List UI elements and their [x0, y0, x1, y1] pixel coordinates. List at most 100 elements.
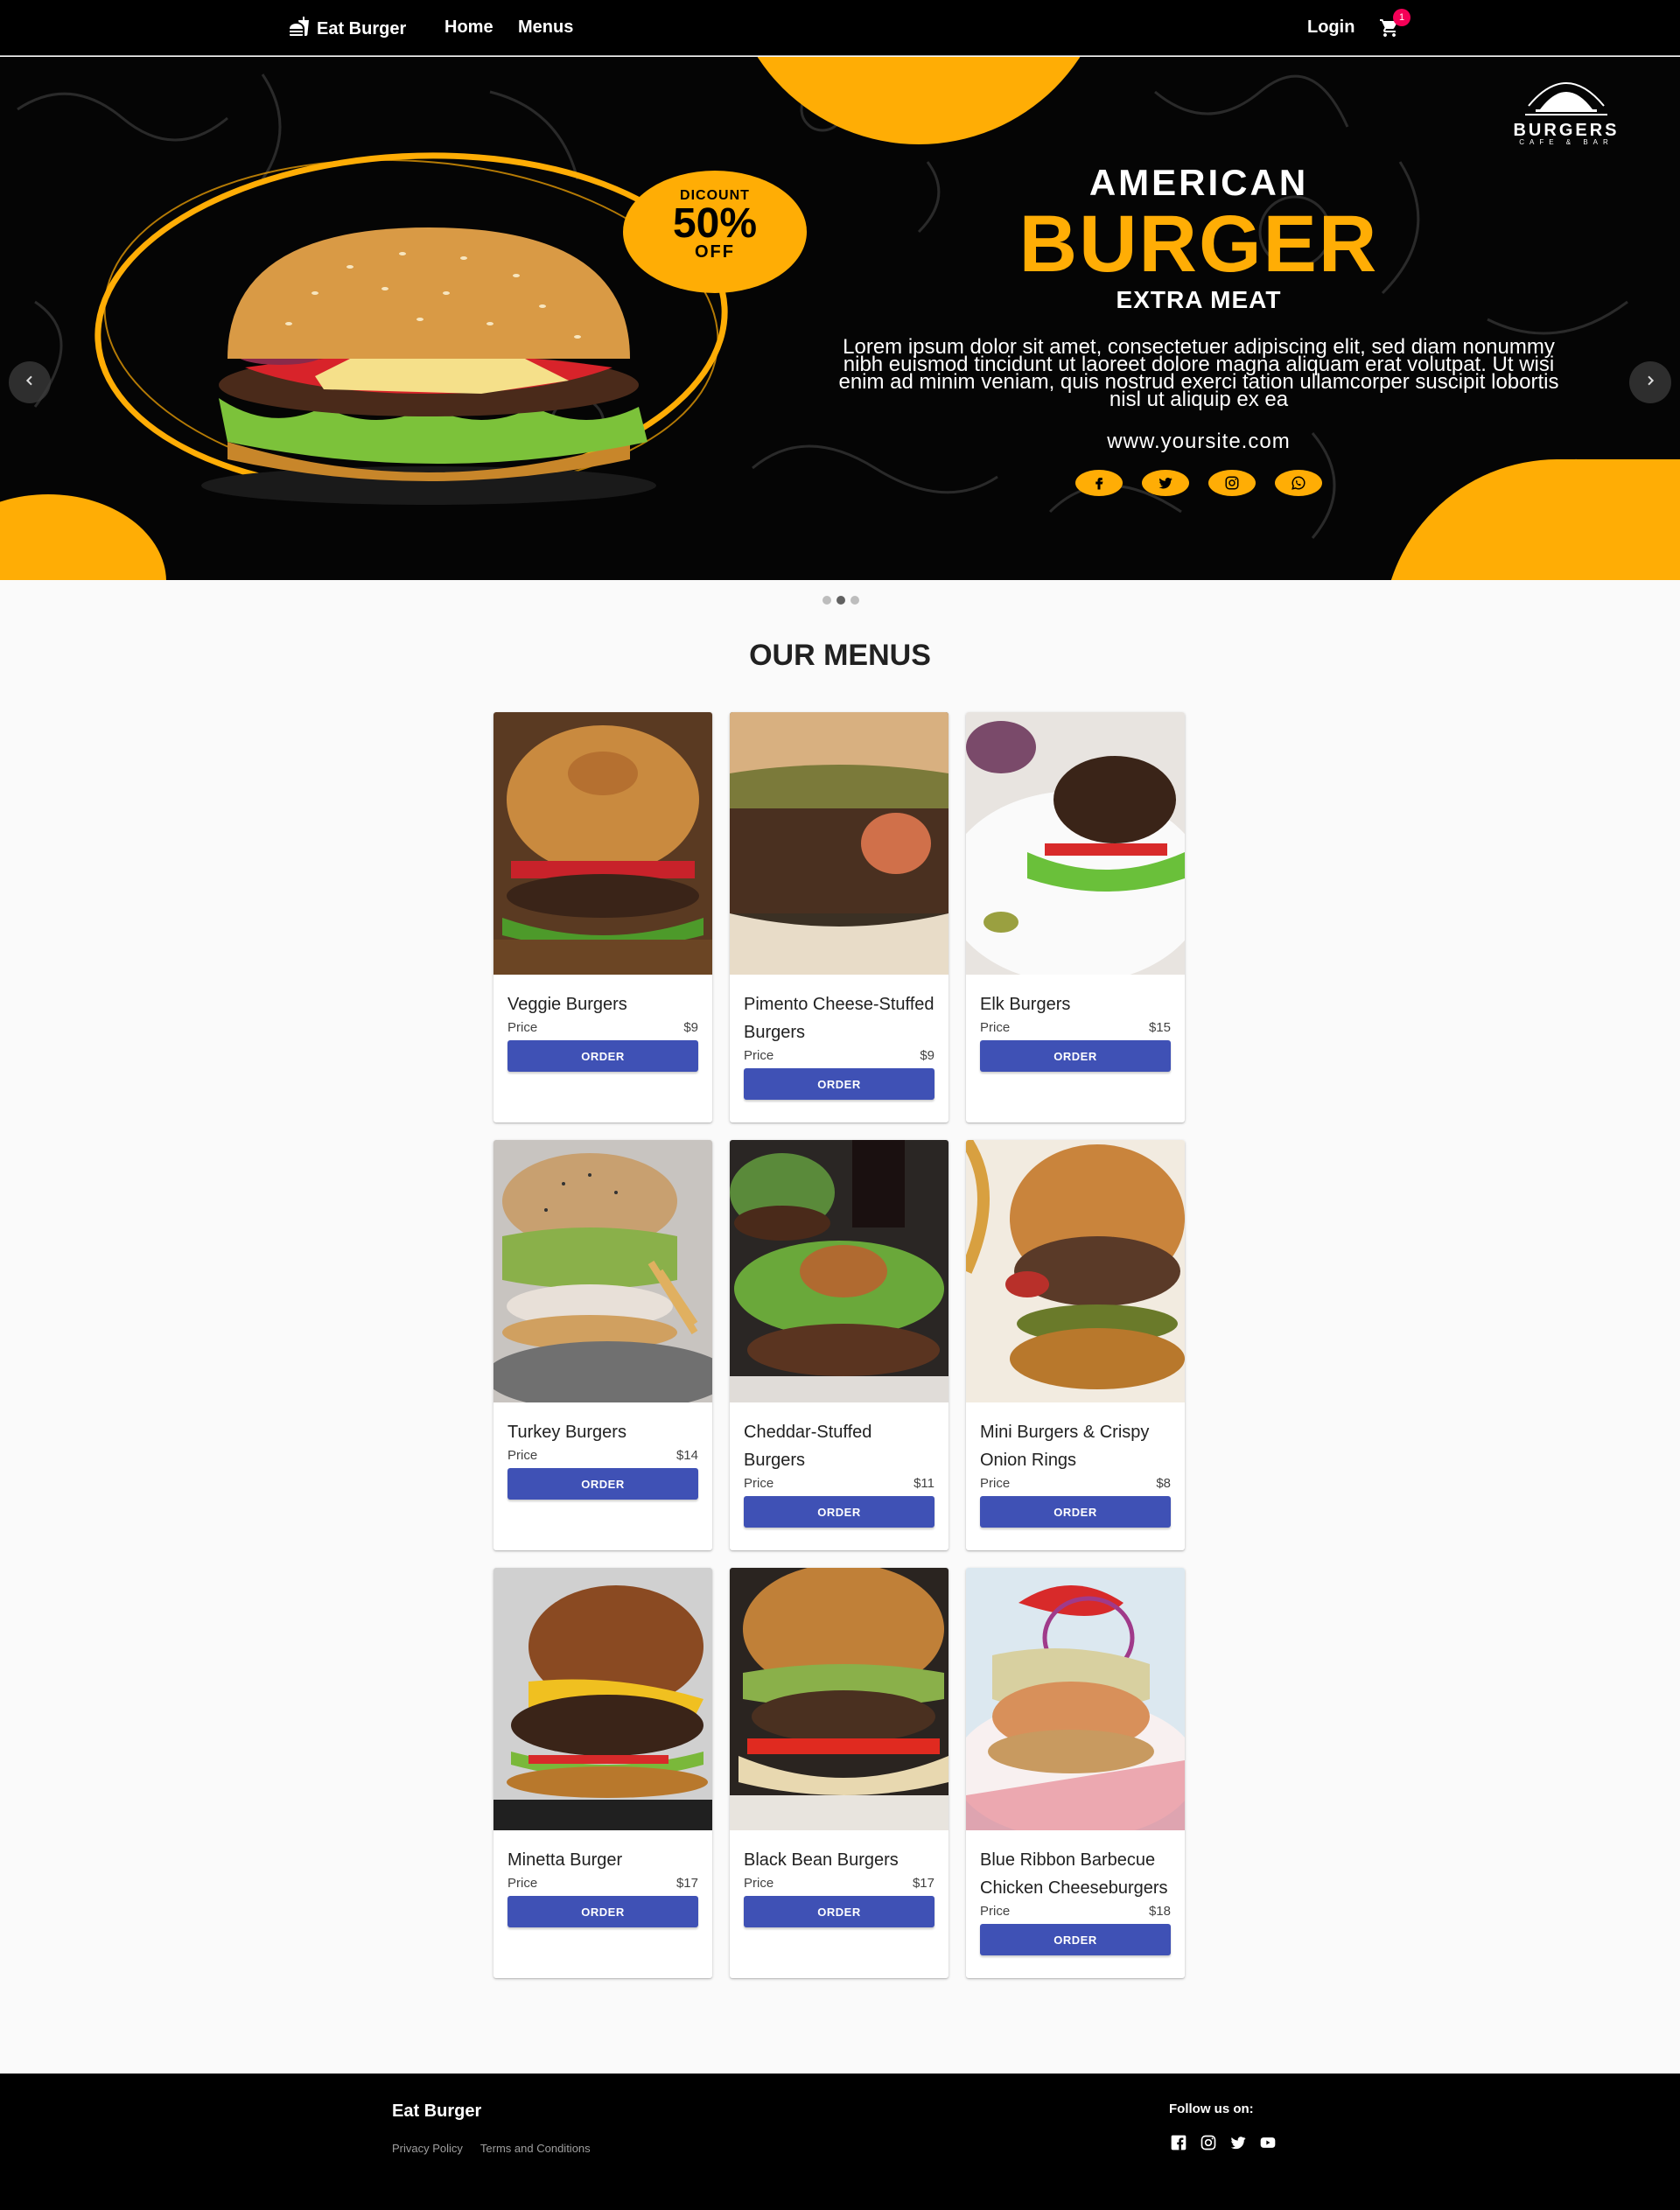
brand-link[interactable]: Eat Burger	[289, 16, 406, 42]
price-label: Price	[980, 1904, 1011, 1919]
menu-item-price: $17	[676, 1876, 698, 1891]
shopping-cart-icon	[1379, 19, 1400, 42]
nav-home-link[interactable]: Home	[444, 17, 494, 38]
facebook-icon[interactable]	[1169, 2133, 1188, 2152]
hero-line-extra-meat: EXTRA MEAT	[1116, 286, 1282, 313]
menu-item-image	[730, 1140, 948, 1402]
price-label: Price	[508, 1448, 538, 1463]
order-button[interactable]: ORDER	[980, 1496, 1171, 1528]
hero-description: Lorem ipsum dolor sit amet, consectetuer…	[838, 335, 1559, 411]
order-button[interactable]: ORDER	[508, 1040, 698, 1072]
price-label: Price	[744, 1048, 774, 1063]
discount-off: OFF	[695, 242, 735, 262]
instagram-icon[interactable]	[1199, 2133, 1218, 2152]
order-button[interactable]: ORDER	[980, 1924, 1171, 1955]
carousel-next-button[interactable]	[1629, 361, 1671, 403]
chevron-right-icon	[1643, 374, 1657, 392]
twitter-icon	[1142, 470, 1189, 496]
carousel-dot-2[interactable]	[836, 596, 845, 605]
menu-item-image	[966, 1568, 1185, 1830]
menu-item-image	[730, 1568, 948, 1830]
login-link[interactable]: Login	[1307, 17, 1354, 38]
menu-card: Blue Ribbon Barbecue Chicken Cheeseburge…	[966, 1568, 1185, 1978]
menu-card: Veggie Burgers Price $9 ORDER	[494, 712, 712, 1122]
brand-label: Eat Burger	[317, 18, 407, 38]
footer-links: Privacy Policy Terms and Conditions	[392, 2142, 591, 2155]
menu-item-price: $9	[683, 1020, 698, 1035]
menu-item-image	[966, 1140, 1185, 1402]
carousel-dot-3[interactable]	[850, 596, 859, 605]
menu-item-name: Black Bean Burgers	[744, 1850, 899, 1870]
site-footer: Eat Burger Privacy Policy Terms and Cond…	[0, 2074, 1680, 2210]
menu-item-price: $15	[1148, 1020, 1171, 1035]
menu-item-name: Blue Ribbon Barbecue Chicken Cheeseburge…	[980, 1850, 1168, 1898]
menu-card: Elk Burgers Price $15 ORDER	[966, 712, 1185, 1122]
price-label: Price	[744, 1476, 774, 1491]
order-button[interactable]: ORDER	[980, 1040, 1171, 1072]
hero-website: www.yoursite.com	[1107, 430, 1291, 453]
menu-item-price: $17	[912, 1876, 934, 1891]
follow-us-label: Follow us on:	[1169, 2102, 1254, 2116]
hero-text-block: AMERICAN BURGER EXTRA MEAT Lorem ipsum d…	[822, 162, 1575, 496]
burger-logo-icon	[1525, 82, 1607, 115]
menu-card: Turkey Burgers Price $14 ORDER	[494, 1140, 712, 1550]
nav-menus-link[interactable]: Menus	[518, 17, 573, 38]
menu-item-name: Elk Burgers	[980, 995, 1071, 1014]
top-navbar: Eat Burger Home Menus Login 1	[0, 0, 1680, 56]
footer-social-icons	[1169, 2133, 1278, 2152]
price-label: Price	[744, 1876, 774, 1891]
order-button[interactable]: ORDER	[744, 1896, 934, 1927]
menu-item-price: $9	[920, 1048, 934, 1063]
price-label: Price	[508, 1020, 538, 1035]
carousel-dot-1[interactable]	[822, 596, 831, 605]
menu-item-name: Mini Burgers & Crispy Onion Rings	[980, 1423, 1150, 1470]
carousel-indicators	[822, 596, 859, 605]
hero-carousel: DICOUNT 50% OFF AMERICAN BURGER EXTRA ME…	[0, 57, 1680, 580]
menu-item-price: $8	[1156, 1476, 1171, 1491]
terms-link[interactable]: Terms and Conditions	[480, 2142, 591, 2155]
menu-card: Pimento Cheese-Stuffed Burgers Price $9 O…	[730, 712, 948, 1122]
twitter-icon[interactable]	[1228, 2133, 1248, 2152]
order-button[interactable]: ORDER	[508, 1468, 698, 1500]
menu-card: Black Bean Burgers Price $17 ORDER	[730, 1568, 948, 1978]
discount-badge: DICOUNT 50% OFF	[623, 171, 807, 293]
logo-title: BURGERS	[1513, 121, 1620, 140]
cart-count-badge: 1	[1393, 9, 1410, 26]
menu-card: Cheddar-Stuffed Burgers Price $11 ORDER	[730, 1140, 948, 1550]
hero-social-icons	[822, 470, 1575, 496]
order-button[interactable]: ORDER	[744, 1496, 934, 1528]
order-button[interactable]: ORDER	[744, 1068, 934, 1100]
menu-item-price: $14	[676, 1448, 698, 1463]
cart-button[interactable]: 1	[1379, 9, 1410, 38]
menu-item-image	[494, 712, 712, 975]
discount-value: 50%	[672, 200, 758, 247]
menu-item-name: Turkey Burgers	[508, 1423, 626, 1442]
menu-item-image	[730, 712, 948, 975]
price-label: Price	[508, 1876, 538, 1891]
menu-item-name: Cheddar-Stuffed Burgers	[744, 1423, 872, 1470]
fastfood-icon	[289, 16, 310, 42]
hero-burger-image	[201, 227, 656, 505]
menu-item-image	[494, 1140, 712, 1402]
facebook-icon	[1075, 470, 1123, 496]
privacy-policy-link[interactable]: Privacy Policy	[392, 2142, 463, 2155]
menu-item-name: Minetta Burger	[508, 1850, 623, 1870]
menu-item-price: $11	[914, 1476, 934, 1491]
menu-item-image	[966, 712, 1185, 975]
menu-item-image	[494, 1568, 712, 1830]
youtube-icon[interactable]	[1258, 2133, 1278, 2152]
menu-card: Minetta Burger Price $17 ORDER	[494, 1568, 712, 1978]
instagram-icon	[1208, 470, 1256, 496]
menu-grid: Veggie Burgers Price $9 ORDER Pimento Che…	[494, 712, 1186, 1978]
order-button[interactable]: ORDER	[508, 1896, 698, 1927]
chevron-left-icon	[23, 374, 37, 392]
menu-item-name: Pimento Cheese-Stuffed Burgers	[744, 995, 934, 1042]
carousel-prev-button[interactable]	[9, 361, 51, 403]
menu-item-name: Veggie Burgers	[508, 995, 627, 1014]
footer-brand: Eat Burger	[392, 2102, 482, 2121]
menu-item-price: $18	[1148, 1904, 1171, 1919]
price-label: Price	[980, 1476, 1011, 1491]
section-title-our-menus: OUR MENUS	[749, 639, 931, 672]
burgers-logo: BURGERS CAFE & BAR	[1496, 74, 1636, 153]
price-label: Price	[980, 1020, 1011, 1035]
